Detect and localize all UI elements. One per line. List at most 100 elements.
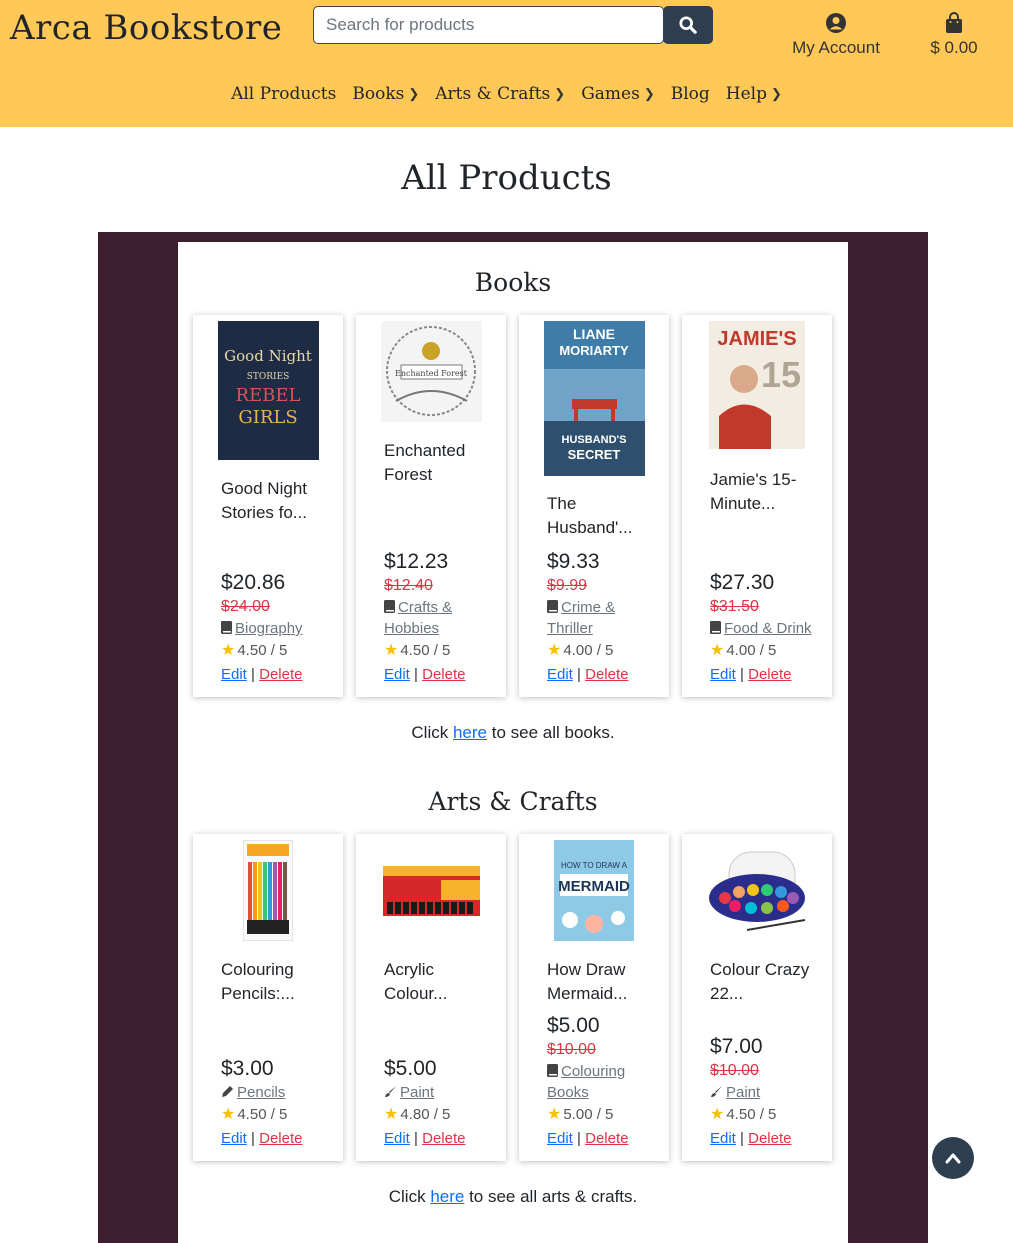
nav-blog[interactable]: Blog — [671, 84, 710, 104]
edit-link[interactable]: Edit — [221, 666, 247, 683]
delete-link[interactable]: Delete — [585, 1130, 628, 1147]
star-icon: ★ — [384, 1106, 399, 1123]
nav-help[interactable]: Help ❯ — [726, 84, 782, 104]
product-original-price: $31.50 — [710, 598, 759, 615]
product-image[interactable] — [243, 840, 293, 941]
product-price: $20.86 — [221, 571, 286, 594]
product-image[interactable] — [380, 840, 482, 941]
product-name[interactable]: Colour Crazy 22... — [710, 958, 822, 1006]
nav-books[interactable]: Books ❯ — [352, 84, 419, 104]
product-category-link[interactable]: Crime & Thriller — [547, 597, 659, 639]
product-category-link[interactable]: Colouring Books — [547, 1061, 659, 1103]
product-original-price: $9.99 — [547, 577, 588, 594]
product-rating: ★ 4.80 / 5 — [384, 1103, 496, 1127]
product-actions: Edit | Delete — [221, 663, 333, 687]
edit-link[interactable]: Edit — [384, 1130, 410, 1147]
chevron-right-icon: ❯ — [643, 86, 655, 102]
product-category-link[interactable]: Food & Drink — [710, 618, 822, 639]
svg-text:15: 15 — [761, 354, 801, 395]
nav-arts-crafts[interactable]: Arts & Crafts ❯ — [435, 84, 565, 104]
separator: | — [740, 1130, 744, 1147]
product-image[interactable]: Enchanted Forest — [380, 321, 482, 422]
edit-link[interactable]: Edit — [710, 666, 736, 683]
star-icon: ★ — [221, 1106, 236, 1123]
product-price: $3.00 — [221, 1057, 274, 1080]
my-account-link[interactable]: My Account — [780, 12, 892, 58]
product-price: $5.00 — [384, 1057, 437, 1080]
product-name[interactable]: The Husband'... — [547, 492, 659, 540]
product-card[interactable]: Acrylic Colour... $5.00 Paint ★ 4.80 / 5 … — [356, 834, 506, 1161]
delete-link[interactable]: Delete — [748, 1130, 791, 1147]
product-actions: Edit | Delete — [710, 1127, 822, 1151]
product-card[interactable]: HOW TO DRAW A MERMAID How Draw Mermaid..… — [519, 834, 669, 1161]
separator: | — [577, 666, 581, 683]
products-panel: Books Good Night STORIES REBEL GIRLS Goo… — [178, 242, 848, 1243]
see-all-suffix: to see all arts & crafts. — [464, 1187, 638, 1206]
product-name[interactable]: Colouring Pencils:... — [221, 958, 333, 1006]
product-category-link[interactable]: Pencils — [221, 1082, 333, 1103]
product-image[interactable] — [706, 840, 808, 941]
product-original-price: $10.00 — [547, 1041, 596, 1058]
nav-label: Books — [352, 84, 405, 104]
book-icon — [547, 600, 558, 613]
search-input[interactable] — [313, 6, 664, 44]
product-name[interactable]: Good Night Stories fo... — [221, 477, 333, 525]
delete-link[interactable]: Delete — [259, 1130, 302, 1147]
product-image[interactable]: JAMIE'S 15 — [709, 321, 805, 449]
shopping-bag-icon — [946, 12, 962, 33]
back-to-top-button[interactable] — [932, 1137, 974, 1179]
nav-all-products[interactable]: All Products — [231, 84, 336, 104]
product-card[interactable]: Enchanted Forest Enchanted Forest $12.23… — [356, 315, 506, 697]
product-image[interactable]: HOW TO DRAW A MERMAID — [554, 840, 634, 941]
product-card[interactable]: LIANE MORIARTY HUSBAND'S SECRET The Husb… — [519, 315, 669, 697]
product-category-link[interactable]: Paint — [384, 1082, 496, 1103]
product-image[interactable]: Good Night STORIES REBEL GIRLS — [217, 321, 319, 460]
edit-link[interactable]: Edit — [547, 1130, 573, 1147]
cart-link[interactable]: $ 0.00 — [918, 12, 990, 58]
delete-link[interactable]: Delete — [422, 1130, 465, 1147]
product-rating: ★ 4.00 / 5 — [710, 639, 822, 663]
delete-link[interactable]: Delete — [585, 666, 628, 683]
rating-value: 4.00 / 5 — [563, 642, 614, 659]
nav-label: All Products — [231, 84, 337, 104]
product-card[interactable]: Colouring Pencils:... $3.00 Pencils ★ 4.5… — [193, 834, 343, 1161]
product-image[interactable]: LIANE MORIARTY HUSBAND'S SECRET — [543, 321, 645, 476]
product-card[interactable]: Good Night STORIES REBEL GIRLS Good Nigh… — [193, 315, 343, 697]
arts-crafts-grid: Colouring Pencils:... $3.00 Pencils ★ 4.5… — [193, 834, 833, 1161]
product-category-link[interactable]: Crafts & Hobbies — [384, 597, 496, 639]
rating-value: 4.00 / 5 — [726, 642, 777, 659]
delete-link[interactable]: Delete — [259, 666, 302, 683]
product-card[interactable]: Colour Crazy 22... $7.00 $10.00 Paint ★ 4… — [682, 834, 832, 1161]
book-icon — [710, 621, 721, 634]
book-icon — [384, 600, 395, 613]
nav-games[interactable]: Games ❯ — [581, 84, 655, 104]
see-all-arts-crafts-link[interactable]: here — [430, 1187, 464, 1206]
book-icon — [547, 1064, 558, 1077]
edit-link[interactable]: Edit — [547, 666, 573, 683]
product-name[interactable]: Enchanted Forest — [384, 439, 496, 487]
star-icon: ★ — [384, 642, 399, 659]
svg-text:MORIARTY: MORIARTY — [559, 343, 629, 358]
product-category-link[interactable]: Paint — [710, 1082, 822, 1103]
edit-link[interactable]: Edit — [710, 1130, 736, 1147]
edit-link[interactable]: Edit — [384, 666, 410, 683]
rating-value: 4.50 / 5 — [726, 1106, 777, 1123]
product-name[interactable]: Acrylic Colour... — [384, 958, 496, 1006]
product-category-link[interactable]: Biography — [221, 618, 333, 639]
delete-link[interactable]: Delete — [422, 666, 465, 683]
nav-label: Help — [725, 84, 767, 104]
search-button[interactable] — [663, 6, 713, 44]
delete-link[interactable]: Delete — [748, 666, 791, 683]
edit-link[interactable]: Edit — [221, 1130, 247, 1147]
separator: | — [740, 666, 744, 683]
product-details: $7.00 $10.00 Paint ★ 4.50 / 5 Edit | Dele… — [710, 1034, 822, 1151]
pencil-icon — [222, 1086, 233, 1097]
product-card[interactable]: JAMIE'S 15 Jamie's 15-Minute... $27.30 $… — [682, 315, 832, 697]
product-name[interactable]: Jamie's 15-Minute... — [710, 468, 822, 516]
product-details: $20.86 $24.00 Biography ★ 4.50 / 5 Edit |… — [221, 570, 333, 687]
see-all-books-link[interactable]: here — [453, 723, 487, 742]
product-price: $9.33 — [547, 550, 600, 573]
site-logo[interactable]: Arca Bookstore — [10, 8, 282, 48]
product-name[interactable]: How Draw Mermaid... — [547, 958, 659, 1006]
product-price: $5.00 — [547, 1014, 600, 1037]
